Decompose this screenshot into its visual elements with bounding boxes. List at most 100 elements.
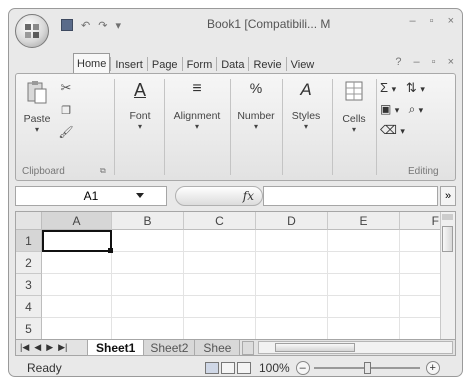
cells-button[interactable]: Cells ▾ [336, 80, 372, 134]
close-button[interactable]: × [448, 15, 454, 27]
grid-cell[interactable] [256, 252, 328, 274]
grid-cell[interactable] [400, 296, 442, 318]
tab-home[interactable]: Home [73, 53, 111, 74]
grid-cell[interactable] [42, 296, 112, 318]
qat-customize-icon[interactable]: ▾ [115, 19, 121, 32]
grid-cell[interactable] [328, 296, 400, 318]
row-header-2[interactable]: 2 [16, 252, 42, 274]
insert-function-button[interactable]: fx [243, 189, 254, 203]
first-sheet-button[interactable]: |◀ [20, 342, 29, 353]
grid-cell[interactable] [184, 274, 256, 296]
help-icon[interactable]: ? [395, 56, 401, 68]
column-header-c[interactable]: C [184, 212, 256, 230]
grid-cell[interactable] [184, 252, 256, 274]
grid-cell[interactable] [256, 296, 328, 318]
row-header-5[interactable]: 5 [16, 318, 42, 339]
clipboard-launcher-icon[interactable]: ⧉ [100, 166, 106, 176]
select-all-button[interactable] [16, 212, 42, 230]
sort-filter-icon[interactable]: ⇅ [406, 80, 417, 95]
fill-handle[interactable] [108, 248, 113, 253]
grid-cell[interactable] [256, 318, 328, 339]
doc-minimize-button[interactable]: – [414, 56, 420, 68]
prev-sheet-button[interactable]: ◀ [34, 342, 41, 353]
format-painter-icon[interactable]: 🖌 [56, 125, 76, 139]
grid-cell[interactable] [256, 274, 328, 296]
column-header-f[interactable]: F [400, 212, 442, 230]
autosum-dropdown-icon[interactable]: ▾ [392, 84, 397, 94]
horizontal-scroll-thumb[interactable] [275, 343, 356, 352]
paste-dropdown-icon[interactable]: ▾ [22, 125, 52, 134]
font-button[interactable]: A Font ▾ [120, 80, 160, 131]
sheet-tab-sheet3[interactable]: Shee [194, 339, 241, 356]
styles-button[interactable]: A Styles ▾ [286, 80, 326, 131]
vertical-scrollbar[interactable] [440, 212, 455, 339]
name-box-dropdown-icon[interactable] [136, 193, 144, 198]
expand-formula-bar-button[interactable]: » [440, 186, 456, 206]
grid-cell[interactable] [112, 252, 184, 274]
grid-cell[interactable] [184, 230, 256, 252]
doc-restore-button[interactable]: ▫ [432, 56, 436, 68]
redo-icon[interactable]: ↷ [98, 19, 107, 32]
grid-cell[interactable] [42, 274, 112, 296]
name-box[interactable]: A1 [15, 186, 167, 206]
grid-cell[interactable] [328, 318, 400, 339]
find-select-icon[interactable]: ⌕ [409, 102, 416, 116]
grid-cell[interactable] [42, 252, 112, 274]
tab-formulas[interactable]: Form [183, 55, 217, 74]
sheet-tab-sheet2[interactable]: Sheet2 [141, 339, 198, 356]
grid-cell[interactable] [184, 318, 256, 339]
grid-cell[interactable] [42, 318, 112, 339]
column-header-b[interactable]: B [112, 212, 184, 230]
alignment-button[interactable]: ≡ Alignment ▾ [166, 80, 228, 131]
formula-input[interactable] [263, 186, 438, 206]
grid-cell[interactable] [400, 274, 442, 296]
tab-page-layout[interactable]: Page [148, 55, 182, 74]
page-layout-view-button[interactable] [221, 362, 235, 374]
zoom-slider-knob[interactable] [363, 362, 371, 374]
grid-cell[interactable] [400, 318, 442, 339]
grid-cell[interactable] [328, 230, 400, 252]
copy-icon[interactable]: ❐ [56, 104, 76, 117]
tab-insert[interactable]: Insert [111, 55, 147, 74]
insert-sheet-button[interactable] [242, 340, 255, 355]
grid-cell[interactable] [112, 230, 184, 252]
fill-dropdown-icon[interactable]: ▾ [395, 105, 400, 115]
last-sheet-button[interactable]: ▶| [58, 342, 67, 353]
doc-close-button[interactable]: × [448, 56, 454, 68]
row-header-1[interactable]: 1 [16, 230, 42, 252]
sort-filter-dropdown-icon[interactable]: ▾ [420, 84, 425, 94]
grid-cell[interactable] [400, 230, 442, 252]
zoom-level[interactable]: 100% [259, 361, 290, 375]
horizontal-scrollbar[interactable] [258, 341, 453, 354]
zoom-out-button[interactable]: – [295, 361, 310, 375]
grid-cell[interactable] [328, 252, 400, 274]
split-box[interactable] [442, 214, 453, 220]
find-select-dropdown-icon[interactable]: ▾ [419, 105, 424, 115]
zoom-slider[interactable] [313, 362, 420, 374]
sheet-tab-sheet1[interactable]: Sheet1 [87, 339, 145, 356]
undo-icon[interactable]: ↶ [81, 19, 90, 32]
grid-cell[interactable] [400, 252, 442, 274]
vertical-scroll-thumb[interactable] [442, 226, 453, 252]
grid-cell[interactable] [328, 274, 400, 296]
zoom-in-button[interactable]: + [425, 361, 440, 375]
cut-icon[interactable]: ✂ [56, 80, 76, 96]
clear-dropdown-icon[interactable]: ▾ [400, 126, 405, 136]
office-button[interactable] [15, 14, 49, 48]
column-header-a[interactable]: A [42, 212, 112, 230]
grid-cell[interactable] [256, 230, 328, 252]
worksheet-grid[interactable]: A B C D E F 1 2 3 4 5 [15, 211, 456, 340]
maximize-button[interactable]: ▫ [430, 15, 434, 27]
next-sheet-button[interactable]: ▶ [46, 342, 53, 353]
fill-icon[interactable]: ▣ [380, 102, 391, 116]
minimize-button[interactable]: – [410, 15, 416, 27]
tab-view[interactable]: View [287, 55, 319, 74]
normal-view-button[interactable] [205, 362, 219, 374]
grid-cell[interactable] [112, 296, 184, 318]
active-cell-a1[interactable] [42, 230, 112, 252]
page-break-view-button[interactable] [237, 362, 251, 374]
column-header-d[interactable]: D [256, 212, 328, 230]
row-header-3[interactable]: 3 [16, 274, 42, 296]
tab-review[interactable]: Revie [249, 55, 285, 74]
column-header-e[interactable]: E [328, 212, 400, 230]
